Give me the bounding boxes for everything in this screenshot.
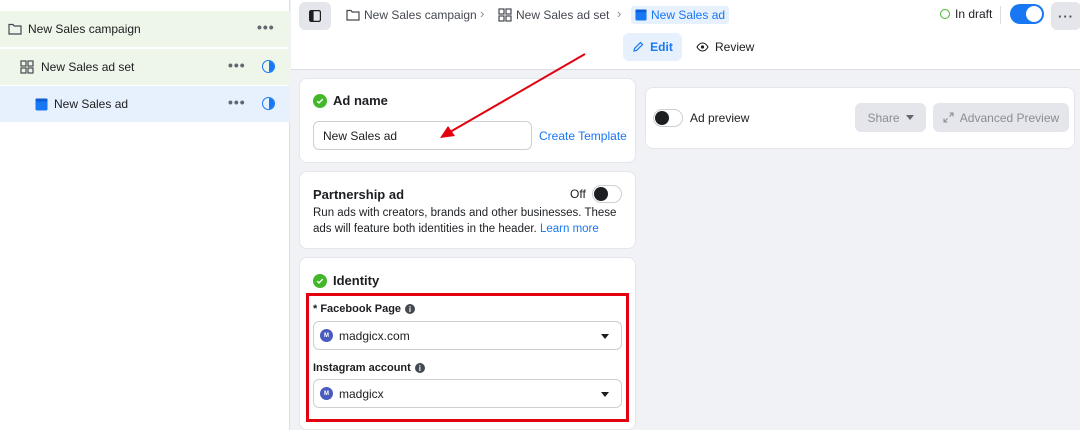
more-options-icon[interactable]: ••• bbox=[228, 57, 246, 73]
facebook-page-label-text: * Facebook Page bbox=[313, 303, 402, 315]
breadcrumb-label: New Sales ad bbox=[651, 8, 726, 22]
check-icon bbox=[313, 273, 327, 288]
folder-icon bbox=[8, 22, 22, 36]
grid-icon bbox=[498, 8, 512, 22]
ad-preview-card: Ad preview Share Advanced Preview bbox=[645, 87, 1075, 149]
breadcrumb-separator: › bbox=[480, 6, 485, 21]
caret-down-icon bbox=[601, 391, 609, 397]
tree-item-adset[interactable]: New Sales ad set ••• bbox=[0, 49, 290, 85]
breadcrumb-ad[interactable]: New Sales ad bbox=[631, 6, 730, 24]
ad-name-input[interactable]: New Sales ad bbox=[313, 121, 532, 150]
top-bar: New Sales campaign › New Sales ad set › … bbox=[291, 0, 1080, 70]
draft-status: In draft bbox=[940, 7, 992, 21]
folder-icon bbox=[346, 9, 360, 21]
advanced-preview-button[interactable]: Advanced Preview bbox=[933, 103, 1069, 132]
publish-toggle[interactable] bbox=[1010, 4, 1044, 24]
instagram-label-text: Instagram account bbox=[313, 362, 411, 374]
divider bbox=[1000, 6, 1001, 24]
sidebar-panel-icon bbox=[309, 10, 321, 22]
draft-status-icon bbox=[940, 9, 950, 19]
expand-icon bbox=[943, 112, 954, 123]
panel-toggle-button[interactable] bbox=[299, 2, 331, 30]
partnership-title: Partnership ad bbox=[313, 187, 405, 202]
facebook-page-value: madgicx.com bbox=[339, 328, 410, 343]
ad-name-card: Ad name New Sales ad Create Template bbox=[299, 78, 636, 163]
tree-item-label: New Sales ad bbox=[54, 97, 129, 111]
more-options-icon[interactable]: ••• bbox=[257, 19, 275, 35]
tree-item-ad[interactable]: New Sales ad ••• bbox=[0, 86, 290, 122]
facebook-page-label: * Facebook Page i bbox=[313, 303, 416, 315]
page-avatar: M bbox=[320, 329, 333, 342]
partnership-toggle[interactable] bbox=[592, 185, 622, 203]
caret-down-icon bbox=[905, 115, 914, 120]
breadcrumb-campaign[interactable]: New Sales campaign bbox=[346, 6, 477, 24]
tree-item-label: New Sales ad set bbox=[41, 60, 135, 74]
more-options-button[interactable]: ··· bbox=[1051, 2, 1080, 30]
partnership-description: Run ads with creators, brands and other … bbox=[313, 205, 625, 237]
tree-item-label: New Sales campaign bbox=[28, 22, 141, 36]
instagram-account-value: madgicx bbox=[339, 386, 384, 401]
breadcrumb-adset[interactable]: New Sales ad set bbox=[498, 6, 609, 24]
instagram-avatar: M bbox=[320, 387, 333, 400]
ad-name-title: Ad name bbox=[313, 93, 388, 108]
ad-preview-label: Ad preview bbox=[690, 111, 750, 125]
facebook-page-select[interactable]: M madgicx.com bbox=[313, 321, 622, 350]
identity-card: Identity * Facebook Page i M madgicx.com… bbox=[299, 257, 636, 430]
create-template-link[interactable]: Create Template bbox=[539, 129, 627, 143]
partnership-ad-card: Partnership ad Off Run ads with creators… bbox=[299, 171, 636, 249]
tab-review-label: Review bbox=[715, 40, 755, 54]
info-icon[interactable]: i bbox=[405, 304, 416, 314]
grid-icon bbox=[20, 60, 34, 74]
tab-review[interactable]: Review bbox=[696, 33, 754, 61]
tree-item-campaign[interactable]: New Sales campaign ••• bbox=[0, 11, 290, 47]
half-circle-status-icon bbox=[262, 97, 275, 110]
instagram-account-select[interactable]: M madgicx bbox=[313, 379, 622, 408]
share-label: Share bbox=[867, 110, 900, 125]
half-circle-status-icon bbox=[262, 60, 275, 73]
caret-down-icon bbox=[601, 333, 609, 339]
ad-icon bbox=[635, 9, 647, 21]
partnership-toggle-label: Off bbox=[570, 187, 586, 201]
info-icon[interactable]: i bbox=[414, 363, 425, 373]
ad-name-title-text: Ad name bbox=[333, 93, 388, 108]
eye-icon bbox=[696, 42, 709, 52]
check-icon bbox=[313, 93, 327, 108]
identity-title: Identity bbox=[313, 273, 379, 288]
share-button[interactable]: Share bbox=[855, 103, 926, 132]
identity-title-text: Identity bbox=[333, 273, 380, 288]
advanced-preview-label: Advanced Preview bbox=[959, 110, 1060, 125]
status-text: In draft bbox=[955, 7, 993, 21]
breadcrumb-label: New Sales campaign bbox=[364, 8, 477, 22]
learn-more-link[interactable]: Learn more bbox=[540, 223, 599, 235]
breadcrumb-separator: › bbox=[617, 6, 622, 21]
tab-edit[interactable]: Edit bbox=[623, 33, 682, 61]
pencil-icon bbox=[633, 41, 644, 52]
ad-preview-toggle[interactable] bbox=[653, 109, 683, 127]
campaign-tree-sidebar: New Sales campaign ••• New Sales ad set … bbox=[0, 0, 290, 430]
instagram-account-label: Instagram account i bbox=[313, 362, 425, 374]
breadcrumb-label: New Sales ad set bbox=[516, 8, 610, 22]
tab-edit-label: Edit bbox=[650, 40, 673, 54]
ad-icon bbox=[34, 97, 48, 111]
more-options-icon[interactable]: ••• bbox=[228, 94, 246, 110]
